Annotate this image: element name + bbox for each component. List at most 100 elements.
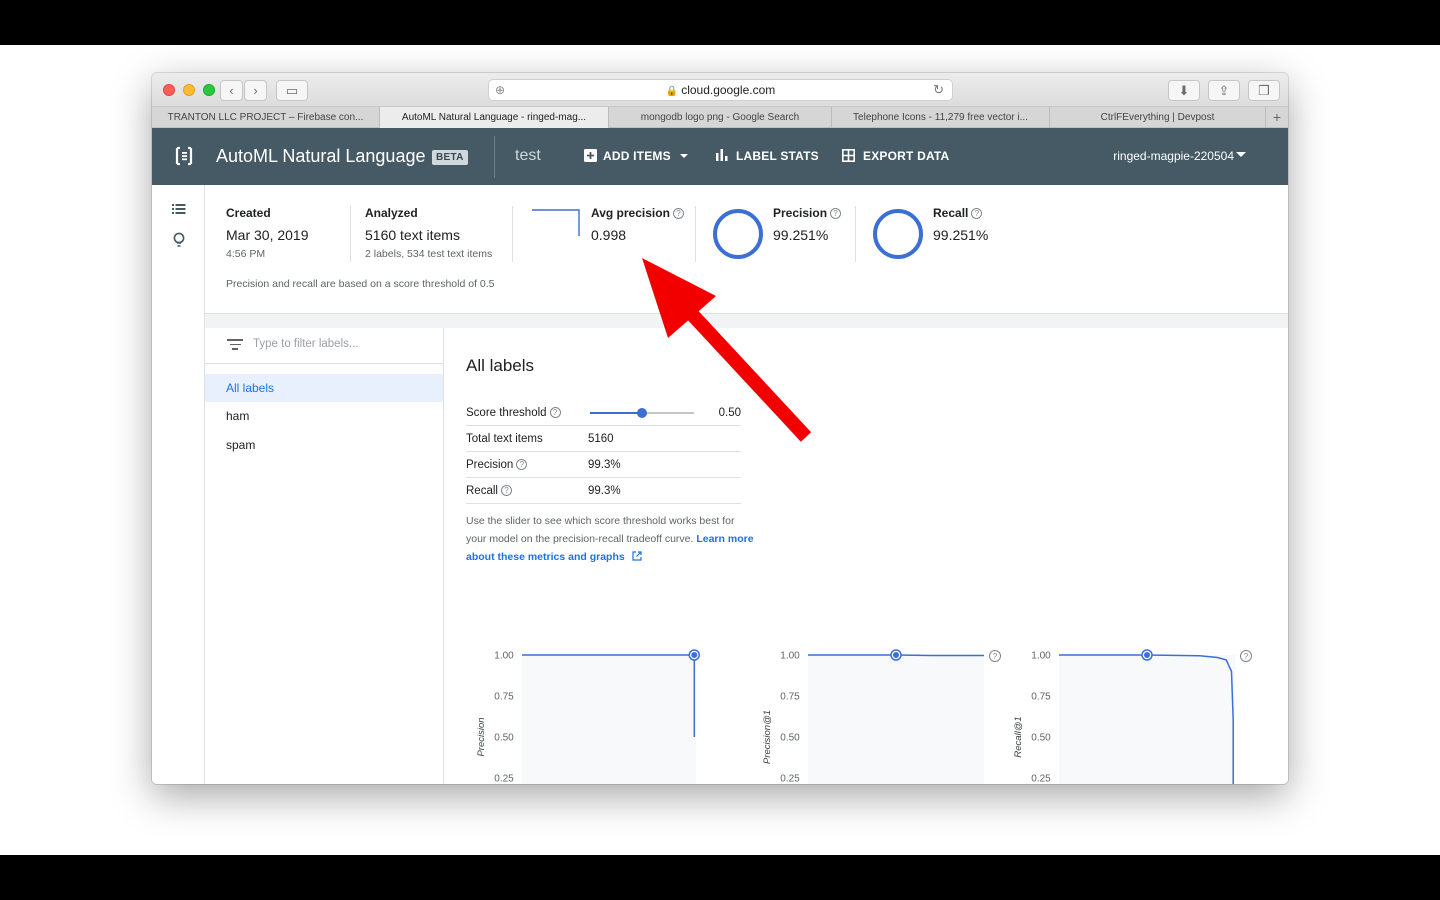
help-text: Use the slider to see which score thresh… — [466, 515, 754, 563]
y-tick-label: 0.25 — [780, 774, 800, 785]
share-button[interactable]: ⇪ — [1208, 80, 1240, 101]
close-window-button[interactable] — [163, 84, 175, 96]
y-axis-label: Precision@1 — [762, 710, 773, 764]
precision-label: Precision? — [466, 459, 528, 471]
downloads-button[interactable]: ⬇ — [1168, 80, 1200, 101]
minimize-window-button[interactable] — [183, 84, 195, 96]
label-item-all[interactable]: All labels — [205, 374, 443, 402]
add-items-button[interactable]: ADD ITEMS — [584, 149, 689, 163]
help-icon[interactable]: ? — [516, 459, 528, 470]
y-tick-label: 0.75 — [494, 692, 514, 703]
help-icon[interactable]: ? — [500, 485, 512, 496]
label-stats-button[interactable]: LABEL STATS — [716, 149, 819, 163]
total-items-row: Total text items 5160 — [466, 426, 741, 452]
y-tick-label: 0.50 — [1031, 733, 1051, 744]
label-item-spam[interactable]: spam — [205, 431, 443, 459]
summary-divider — [350, 206, 351, 262]
list-icon[interactable] — [172, 202, 186, 218]
label-filter: Type to filter labels... — [205, 328, 444, 364]
url-text: cloud.google.com — [681, 83, 776, 97]
summary-divider — [855, 206, 856, 262]
threshold-marker-dot — [1144, 652, 1150, 658]
forward-button[interactable]: › — [244, 80, 267, 101]
share-icon: ⇪ — [1218, 83, 1230, 98]
precision-value: 99.251% — [773, 227, 829, 243]
y-tick-label: 1.00 — [494, 651, 514, 662]
metrics-charts: 1.00 0.75 0.50 0.25 Precision 1.00 0.75 0.50 0.2… — [476, 649, 1252, 785]
address-bar[interactable]: ⊕ 🔒 cloud.google.com ↻ — [488, 79, 953, 101]
model-name: test — [515, 147, 541, 164]
y-tick-label: 1.00 — [780, 651, 800, 662]
project-selector[interactable]: ringed-magpie-220504 — [1113, 149, 1234, 163]
recall-donut — [873, 209, 923, 259]
y-tick-label: 0.25 — [494, 774, 514, 785]
y-tick-label: 0.50 — [494, 733, 514, 744]
caret-down-icon[interactable] — [1236, 152, 1246, 157]
sidebar-toggle-button[interactable]: ▭ — [276, 80, 308, 101]
threshold-note: Precision and recall are based on a scor… — [226, 278, 495, 290]
evaluation-summary: Created Mar 30, 2019 4:56 PM Analyzed 51… — [205, 185, 1288, 314]
filter-icon — [227, 339, 243, 353]
y-tick-label: 0.50 — [780, 733, 800, 744]
new-tab-button[interactable]: + — [1266, 107, 1288, 128]
recall-label: Recall? — [933, 206, 983, 220]
help-icon[interactable]: ? — [971, 208, 983, 219]
browser-tab[interactable]: CtrlFEverything | Devpost — [1050, 107, 1266, 128]
browser-tab-bar: TRANTON LLC PROJECT – Firebase con... Au… — [152, 107, 1288, 128]
browser-tab-active[interactable]: AutoML Natural Language - ringed-mag... — [380, 107, 609, 128]
y-axis-label: Recall@1 — [1013, 716, 1024, 757]
browser-tab[interactable]: TRANTON LLC PROJECT – Firebase con... — [152, 107, 380, 128]
total-items-value: 5160 — [588, 433, 614, 445]
page-title: All labels — [466, 356, 535, 375]
score-threshold-slider[interactable] — [590, 408, 694, 418]
precision-donut — [713, 209, 763, 259]
score-threshold-label: Score threshold? — [466, 407, 561, 419]
page-menu-icon[interactable]: ⊕ — [495, 80, 505, 100]
y-tick-label: 0.75 — [1031, 692, 1051, 703]
browser-tab[interactable]: mongodb logo png - Google Search — [609, 107, 832, 128]
label-metrics-panel: All labels Score threshold? 0.50 Total t… — [444, 328, 1288, 784]
recall-row: Recall? 99.3% — [466, 478, 741, 504]
recall-value: 99.3% — [588, 485, 621, 497]
bar-chart-icon — [716, 149, 728, 161]
slider-thumb[interactable] — [637, 408, 647, 418]
browser-toolbar: ‹ › ▭ ⊕ 🔒 cloud.google.com ↻ ⬇ ⇪ ❐ — [152, 73, 1288, 107]
back-button[interactable]: ‹ — [220, 80, 243, 101]
slider-fill — [590, 412, 642, 414]
browser-tab[interactable]: Telephone Icons - 11,279 free vector i..… — [832, 107, 1050, 128]
tab-overview-button[interactable]: ❐ — [1248, 80, 1280, 101]
labels-panel: Type to filter labels... All labels ham … — [205, 328, 444, 784]
threshold-marker-dot — [893, 652, 899, 658]
plus-icon: + — [1272, 109, 1282, 125]
avg-precision-value: 0.998 — [591, 227, 627, 243]
help-icon[interactable]: ? — [830, 208, 842, 219]
reload-icon[interactable]: ↻ — [933, 80, 944, 100]
summary-divider — [695, 206, 696, 262]
label-item-ham[interactable]: ham — [205, 402, 443, 430]
analyzed-value: 5160 text items — [365, 227, 460, 243]
chevron-right-icon: › — [253, 83, 258, 98]
y-tick-label: 1.00 — [1031, 651, 1051, 662]
score-threshold-value: 0.50 — [718, 407, 741, 419]
created-date: Mar 30, 2019 — [226, 227, 309, 243]
zoom-window-button[interactable] — [203, 84, 215, 96]
filter-labels-input[interactable]: Type to filter labels... — [253, 338, 358, 350]
threshold-marker-dot — [691, 652, 698, 658]
app-header: AutoML Natural Language BETA test ADD IT… — [152, 128, 1288, 185]
left-nav-rail — [152, 185, 205, 784]
summary-divider — [512, 206, 513, 262]
table-icon — [842, 149, 855, 162]
lightbulb-icon[interactable] — [173, 232, 185, 251]
chart-plot-area — [522, 655, 696, 784]
chart-plot-area — [1059, 655, 1235, 784]
precision-row: Precision? 99.3% — [466, 452, 741, 478]
y-tick-label: 0.25 — [1031, 774, 1051, 785]
help-icon[interactable]: ? — [672, 208, 684, 219]
help-icon[interactable]: ? — [549, 407, 561, 418]
automl-logo-icon[interactable] — [174, 146, 194, 166]
add-box-icon — [584, 149, 597, 162]
y-tick-label: 0.75 — [780, 692, 800, 703]
caret-down-icon — [680, 154, 689, 158]
export-data-button[interactable]: EXPORT DATA — [842, 149, 949, 163]
avg-precision-mini-chart — [532, 209, 580, 236]
